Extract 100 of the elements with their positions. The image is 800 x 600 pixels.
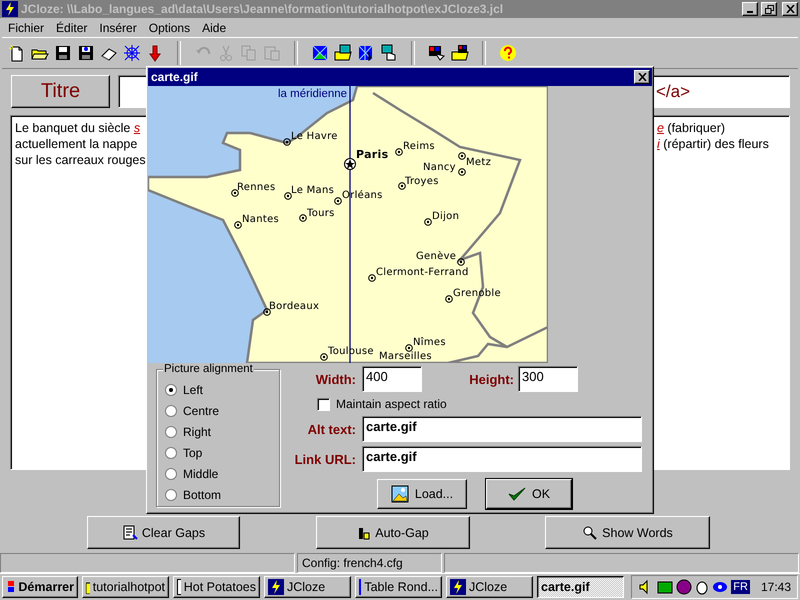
load-button[interactable]: Load... bbox=[377, 479, 467, 509]
city-marker-icon bbox=[231, 189, 239, 197]
ok-button[interactable]: OK bbox=[486, 479, 572, 509]
map-label: Grenoble bbox=[453, 288, 501, 299]
network-icon[interactable] bbox=[657, 579, 674, 595]
group-label: Picture alignment bbox=[163, 363, 254, 375]
radio-icon[interactable] bbox=[165, 447, 177, 459]
map-label: Dijon bbox=[432, 211, 460, 222]
map-label: Le Havre bbox=[291, 131, 338, 142]
map-label: Metz bbox=[466, 157, 492, 168]
radio-icon[interactable] bbox=[165, 489, 177, 501]
map-label: Nîmes bbox=[413, 337, 446, 348]
city-marker-icon bbox=[334, 197, 342, 205]
menu-item[interactable]: Options bbox=[142, 20, 196, 34]
map-label: Clermont-Ferrand bbox=[376, 267, 469, 278]
taskbar-button[interactable]: carte.gif bbox=[537, 576, 624, 598]
taskbar-button[interactable]: tutorialhotpot bbox=[82, 576, 169, 598]
menu-item[interactable]: Fichier bbox=[2, 20, 50, 34]
height-field[interactable]: 300 bbox=[518, 366, 578, 392]
picture-hand-icon[interactable] bbox=[380, 44, 398, 62]
field-label: Alt text: bbox=[306, 422, 356, 437]
taskbar-button[interactable]: Hot Potatoes bbox=[173, 576, 260, 598]
radio-icon[interactable] bbox=[165, 405, 177, 417]
field-label: Height: bbox=[468, 372, 514, 387]
city-marker-icon bbox=[405, 344, 413, 352]
window-title: JCloze: \\Labo_langues_ad\data\Users\Jeanne\formation\tutorialhotpot\exJCloze3.jcl bbox=[21, 2, 504, 16]
mouse-icon[interactable] bbox=[695, 579, 710, 595]
taskbar-button[interactable]: Table Rond... bbox=[355, 576, 442, 598]
radio-option[interactable]: Bottom bbox=[165, 487, 222, 503]
field-label: Link URL: bbox=[294, 452, 356, 467]
link-url-field[interactable]: carte.gif bbox=[362, 446, 642, 472]
taskbar-button[interactable]: JCloze bbox=[446, 576, 533, 598]
restore-button[interactable] bbox=[761, 2, 777, 16]
picture-icon[interactable] bbox=[357, 44, 375, 62]
map-label: Paris bbox=[356, 149, 388, 160]
picture-icon bbox=[390, 485, 409, 503]
close-icon bbox=[638, 73, 646, 81]
city-marker-icon bbox=[284, 192, 292, 200]
map-label: Reims bbox=[403, 141, 435, 152]
clock: 17:43 bbox=[760, 580, 791, 594]
map-label: Le Mans bbox=[291, 185, 334, 196]
down-arrow-icon[interactable] bbox=[146, 44, 164, 62]
city-marker-icon bbox=[458, 152, 466, 160]
city-marker-icon bbox=[398, 182, 406, 190]
exercise-text: actuellement la nappe bbox=[15, 136, 138, 152]
toolbar-button[interactable]: Clear Gaps bbox=[87, 516, 240, 549]
language-indicator[interactable]: FR bbox=[731, 580, 750, 594]
city-marker-icon bbox=[283, 138, 291, 146]
menu-item[interactable]: Éditer bbox=[50, 20, 94, 34]
eye-icon[interactable] bbox=[712, 579, 728, 595]
title-button[interactable]: Titre bbox=[11, 75, 110, 108]
gap-link[interactable]: s bbox=[134, 121, 140, 135]
exercise-text: Le banquet du siècle s bbox=[15, 120, 142, 136]
city-marker-icon bbox=[299, 214, 307, 222]
city-marker-icon bbox=[234, 221, 242, 229]
picture-folder-icon[interactable] bbox=[334, 44, 352, 62]
city-marker-icon bbox=[458, 168, 466, 176]
gap-link[interactable]: i bbox=[657, 137, 660, 151]
start-button[interactable]: Démarrer bbox=[2, 576, 78, 598]
picture-icon[interactable] bbox=[311, 44, 329, 62]
city-marker-icon bbox=[457, 258, 465, 266]
map-label: Bordeaux bbox=[269, 301, 320, 312]
menu-item[interactable]: Aide bbox=[196, 20, 232, 34]
globe-icon[interactable] bbox=[676, 579, 692, 595]
status-pane: Config: french4.cfg bbox=[297, 553, 442, 573]
toolbar-button[interactable]: Auto-Gap bbox=[316, 516, 470, 549]
palette-icon[interactable] bbox=[428, 44, 446, 62]
radio-icon[interactable] bbox=[165, 426, 177, 438]
toolbar-button[interactable]: Show Words bbox=[545, 516, 710, 549]
map-label: Troyes bbox=[405, 176, 439, 187]
map-label: Nantes bbox=[242, 214, 280, 225]
taskbar-button[interactable]: JCloze bbox=[264, 576, 351, 598]
map-label: Tours bbox=[307, 208, 335, 219]
field-label: Width: bbox=[314, 372, 356, 387]
close-button[interactable] bbox=[782, 2, 798, 16]
radio-option[interactable]: Middle bbox=[165, 466, 222, 482]
radio-option[interactable]: Top bbox=[165, 445, 222, 461]
city-marker-icon bbox=[320, 353, 328, 361]
city-marker-icon bbox=[368, 274, 376, 282]
radio-option[interactable]: Right bbox=[165, 424, 222, 440]
radio-icon[interactable] bbox=[165, 468, 177, 480]
restore-icon bbox=[764, 4, 774, 14]
radio-icon[interactable] bbox=[165, 384, 177, 396]
close-icon bbox=[786, 5, 794, 13]
palette-folder-icon[interactable] bbox=[451, 44, 469, 62]
city-marker-icon bbox=[445, 295, 453, 303]
aspect-checkbox[interactable]: Maintain aspect ratio bbox=[317, 397, 447, 411]
gap-link[interactable]: e bbox=[657, 121, 664, 135]
checkmark-icon bbox=[508, 486, 526, 502]
close-button[interactable] bbox=[634, 70, 650, 84]
radio-option[interactable]: Left bbox=[165, 382, 222, 398]
minimize-button[interactable] bbox=[742, 2, 758, 16]
width-field[interactable]: 400 bbox=[362, 366, 422, 392]
map-label: la méridienne bbox=[278, 89, 348, 100]
menu-item[interactable]: Insérer bbox=[93, 20, 143, 34]
alt-text-field[interactable]: carte.gif bbox=[362, 416, 642, 442]
help-icon[interactable] bbox=[499, 44, 517, 62]
radio-option[interactable]: Centre bbox=[165, 403, 222, 419]
windows-logo-icon bbox=[6, 579, 16, 595]
web-icon[interactable] bbox=[123, 44, 141, 62]
